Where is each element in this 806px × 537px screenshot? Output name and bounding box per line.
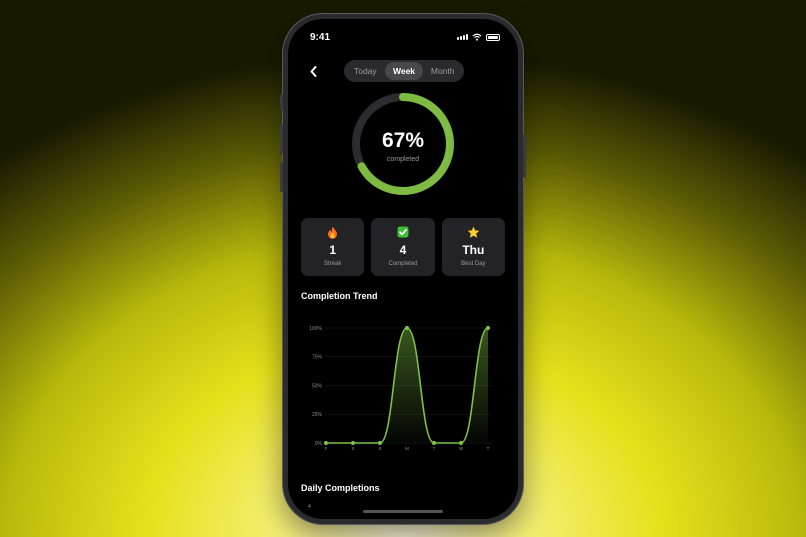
daily-completions-title: Daily Completions (301, 483, 380, 493)
trend-point[interactable] (404, 325, 410, 331)
x-tick-label: T (433, 446, 436, 451)
y-tick-label: 50% (312, 383, 323, 389)
battery-icon (486, 33, 500, 41)
x-tick-label: M (405, 446, 409, 451)
chevron-left-icon (310, 65, 316, 77)
cellular-signal-icon (457, 34, 468, 40)
back-button[interactable] (306, 63, 320, 79)
stat-value: 4 (399, 243, 407, 257)
stat-value: 1 (329, 243, 336, 257)
completion-trend-chart: 100% 75% 50% 25% 0% F S S M T W T (298, 319, 498, 459)
home-indicator (363, 510, 443, 513)
trend-point[interactable] (323, 440, 329, 446)
checkmark-icon (397, 226, 409, 238)
completion-percent: 67% (381, 129, 425, 152)
action-button (280, 94, 283, 110)
power-button (523, 134, 526, 178)
y-tick-label: 25% (312, 412, 323, 418)
x-tick-label: T (487, 446, 490, 451)
stat-label: Completed (388, 261, 418, 267)
tab-today[interactable]: Today (346, 62, 385, 80)
status-icons (457, 33, 500, 41)
tab-week[interactable]: Week (384, 62, 424, 80)
completion-trend-title: Completion Trend (301, 291, 378, 301)
daily-y-tick: 4 (308, 504, 311, 510)
wifi-icon (472, 33, 482, 41)
tab-month[interactable]: Month (423, 62, 462, 80)
y-tick-label: 100% (309, 326, 322, 332)
stat-card-completed: 4 Completed (371, 218, 435, 276)
stat-card-streak: 1 Streak (301, 218, 365, 276)
stats-row: 1 Streak 4 Completed Thu Best Day (301, 218, 505, 276)
trend-point[interactable] (458, 440, 464, 446)
y-tick-label: 75% (312, 355, 323, 361)
trend-point[interactable] (431, 440, 437, 446)
period-segmented-control: Today Week Month (344, 60, 464, 82)
x-tick-label: F (325, 446, 328, 451)
stat-card-best-day: Thu Best Day (441, 218, 505, 276)
x-tick-label: W (459, 446, 464, 451)
completion-subtitle: completed (386, 156, 420, 163)
x-tick-label: S (378, 446, 381, 451)
completion-ring: 67% completed (348, 89, 458, 199)
dynamic-island (368, 26, 438, 46)
app-screen: 9:41 Today Week Month 67% completed 1 St… (288, 19, 518, 519)
trend-point[interactable] (485, 325, 491, 331)
volume-down-button (280, 162, 283, 192)
fire-icon (328, 226, 338, 239)
trend-point[interactable] (377, 440, 383, 446)
stat-label: Best Day (461, 261, 486, 267)
phone-frame: 9:41 Today Week Month 67% completed 1 St… (280, 14, 526, 524)
y-tick-label: 0% (315, 441, 323, 447)
x-tick-label: S (351, 446, 354, 451)
stat-value: Thu (462, 243, 485, 257)
trend-point[interactable] (350, 440, 356, 446)
status-time: 9:41 (310, 32, 331, 43)
volume-up-button (280, 124, 283, 154)
stat-label: Streak (323, 261, 342, 267)
star-icon (467, 226, 480, 238)
